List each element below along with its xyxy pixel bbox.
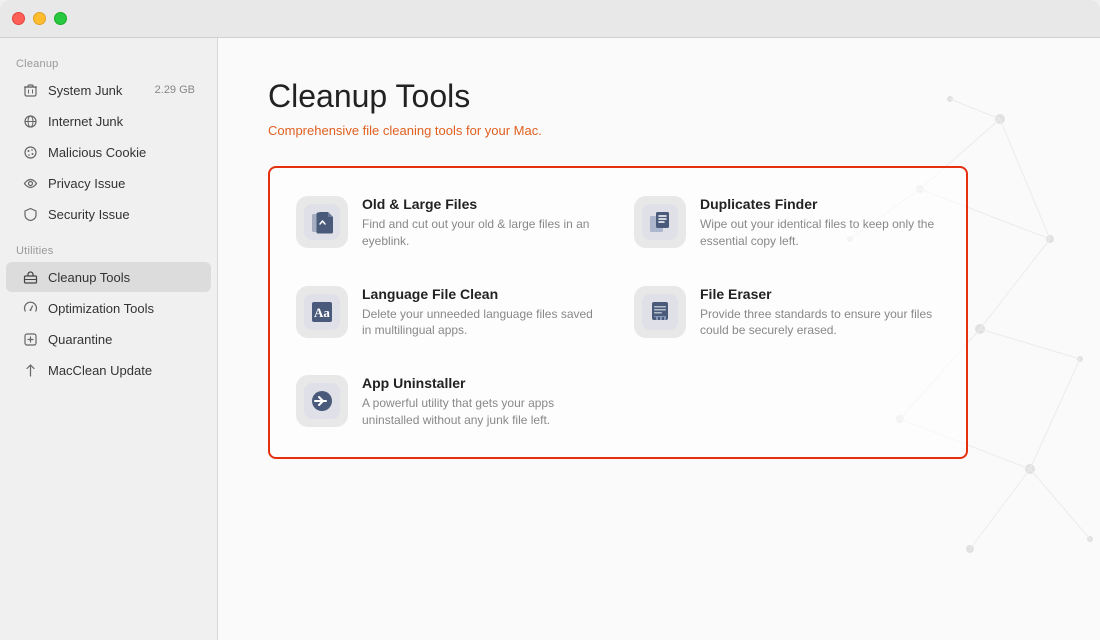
quarantine-icon (22, 331, 38, 347)
file-eraser-text: File Eraser Provide three standards to e… (700, 286, 940, 340)
file-eraser-icon-wrap (634, 286, 686, 338)
app-container: Cleanup System Junk 2.29 GB (0, 38, 1100, 640)
tool-old-large-files[interactable]: Old & Large Files Find and cut out your … (280, 178, 618, 268)
privacy-issue-label: Privacy Issue (48, 176, 195, 191)
language-file-clean-name: Language File Clean (362, 286, 602, 302)
quarantine-label: Quarantine (48, 332, 195, 347)
duplicates-finder-desc: Wipe out your identical files to keep on… (700, 216, 940, 250)
tool-duplicates-finder[interactable]: Duplicates Finder Wipe out your identica… (618, 178, 956, 268)
file-eraser-desc: Provide three standards to ensure your f… (700, 306, 940, 340)
arrow-up-icon (22, 362, 38, 378)
malicious-cookie-label: Malicious Cookie (48, 145, 195, 160)
sidebar-item-privacy-issue[interactable]: Privacy Issue (6, 168, 211, 198)
toolbox-icon (22, 269, 38, 285)
sidebar-item-quarantine[interactable]: Quarantine (6, 324, 211, 354)
system-junk-label: System Junk (48, 83, 145, 98)
sidebar-item-optimization-tools[interactable]: Optimization Tools (6, 293, 211, 323)
maximize-button[interactable] (54, 12, 67, 25)
old-large-files-text: Old & Large Files Find and cut out your … (362, 196, 602, 250)
tools-grid: Old & Large Files Find and cut out your … (280, 178, 956, 447)
page-title: Cleanup Tools (268, 78, 1050, 115)
system-junk-badge: 2.29 GB (155, 84, 195, 96)
cookie-icon (22, 144, 38, 160)
sidebar-item-system-junk[interactable]: System Junk 2.29 GB (6, 75, 211, 105)
sidebar: Cleanup System Junk 2.29 GB (0, 38, 218, 640)
language-file-clean-text: Language File Clean Delete your unneeded… (362, 286, 602, 340)
globe-icon (22, 113, 38, 129)
old-large-files-desc: Find and cut out your old & large files … (362, 216, 602, 250)
tools-grid-container: Old & Large Files Find and cut out your … (268, 166, 968, 459)
app-uninstaller-desc: A powerful utility that gets your apps u… (362, 395, 602, 429)
old-large-files-icon-wrap (296, 196, 348, 248)
optimization-tools-label: Optimization Tools (48, 301, 195, 316)
language-file-clean-desc: Delete your unneeded language files save… (362, 306, 602, 340)
page-subtitle: Comprehensive file cleaning tools for yo… (268, 123, 1050, 138)
minimize-button[interactable] (33, 12, 46, 25)
trash-icon (22, 82, 38, 98)
internet-junk-label: Internet Junk (48, 114, 195, 129)
sidebar-item-malicious-cookie[interactable]: Malicious Cookie (6, 137, 211, 167)
sidebar-section-utilities: Utilities (0, 237, 217, 261)
tool-app-uninstaller[interactable]: App Uninstaller A powerful utility that … (280, 357, 618, 447)
sidebar-item-cleanup-tools[interactable]: Cleanup Tools (6, 262, 211, 292)
duplicates-finder-text: Duplicates Finder Wipe out your identica… (700, 196, 940, 250)
old-large-files-name: Old & Large Files (362, 196, 602, 212)
shield-icon (22, 206, 38, 222)
duplicates-finder-icon-wrap (634, 196, 686, 248)
duplicates-finder-name: Duplicates Finder (700, 196, 940, 212)
svg-text:Aa: Aa (314, 305, 330, 320)
app-uninstaller-name: App Uninstaller (362, 375, 602, 391)
sidebar-item-internet-junk[interactable]: Internet Junk (6, 106, 211, 136)
sidebar-item-security-issue[interactable]: Security Issue (6, 199, 211, 229)
gauge-icon (22, 300, 38, 316)
security-issue-label: Security Issue (48, 207, 195, 222)
eye-icon (22, 175, 38, 191)
title-bar (0, 0, 1100, 38)
language-file-clean-icon-wrap: Aa (296, 286, 348, 338)
close-button[interactable] (12, 12, 25, 25)
main-content: Cleanup Tools Comprehensive file cleanin… (218, 38, 1100, 640)
traffic-lights (12, 12, 67, 25)
macclean-update-label: MacClean Update (48, 363, 195, 378)
tool-language-file-clean[interactable]: Aa Language File Clean Delete your unnee… (280, 268, 618, 358)
app-uninstaller-icon-wrap (296, 375, 348, 427)
sidebar-section-cleanup: Cleanup (0, 50, 217, 74)
app-uninstaller-text: App Uninstaller A powerful utility that … (362, 375, 602, 429)
file-eraser-name: File Eraser (700, 286, 940, 302)
cleanup-tools-label: Cleanup Tools (48, 270, 195, 285)
sidebar-item-macclean-update[interactable]: MacClean Update (6, 355, 211, 385)
tool-file-eraser[interactable]: File Eraser Provide three standards to e… (618, 268, 956, 358)
